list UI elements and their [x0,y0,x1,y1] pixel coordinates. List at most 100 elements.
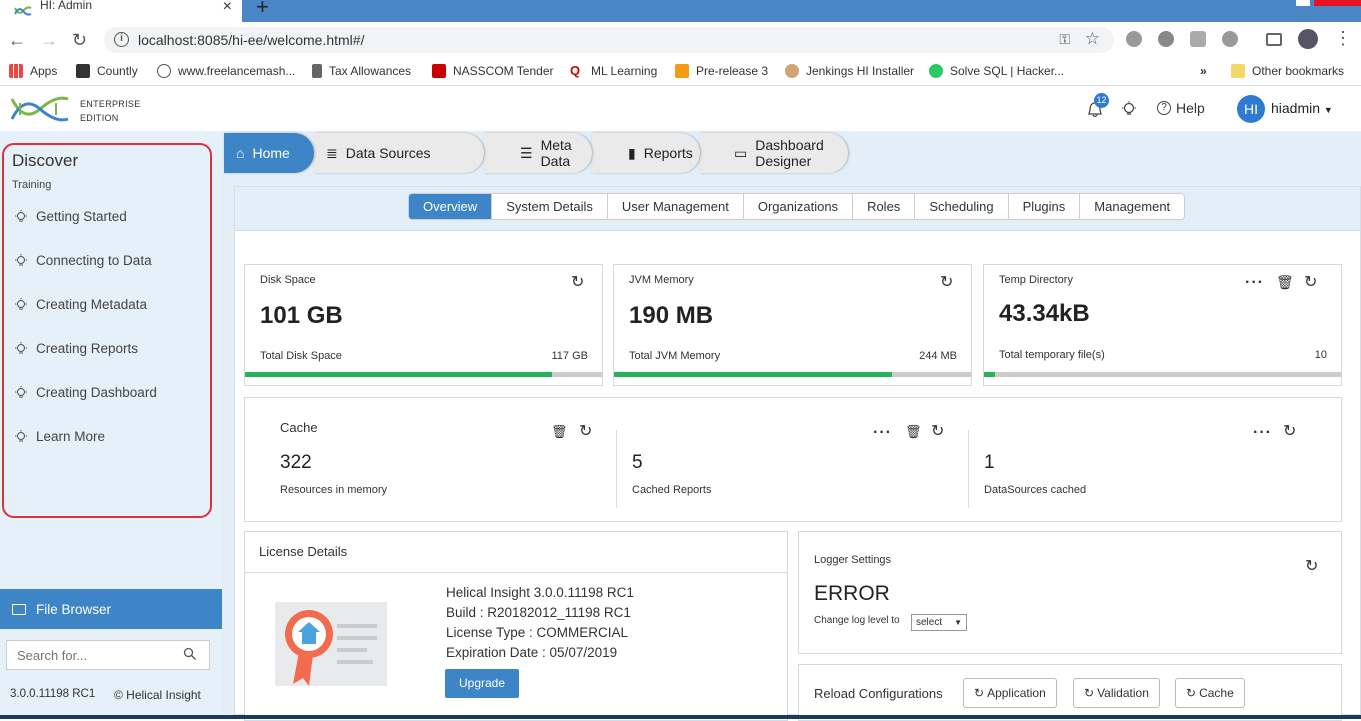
close-window-icon[interactable] [1314,0,1361,6]
temp-label: Temp Directory [999,274,1073,286]
skype-extension-icon[interactable] [1126,31,1142,47]
extension-icon[interactable] [1190,31,1206,47]
user-menu[interactable]: hiadmin ▼ [1271,100,1333,116]
refresh-icon[interactable]: ↻ [1304,272,1317,292]
trash-icon[interactable]: 🗑 [1276,274,1294,291]
forward-icon[interactable]: → [40,30,58,51]
extension-icon[interactable] [1158,31,1174,47]
copyright-label: © Helical Insight [114,688,201,702]
search-icon[interactable] [183,647,197,661]
emblem-icon [312,64,322,78]
tab-home[interactable]: ⌂ Home [224,133,314,173]
top-nav: ▭ Dashboard Designer ▮ Reports ☰ Meta Data … [222,131,1361,177]
address-bar[interactable]: i localhost:8085/hi-ee/welcome.html#/ ⚿ … [104,27,1114,53]
cache-ds-value: 1 [984,452,995,473]
bookmark-apps[interactable]: Apps [9,64,57,78]
home-icon: ⌂ [236,145,245,161]
trash-icon[interactable]: 🗑 [551,424,568,440]
training-connecting-data[interactable]: Connecting to Data [14,253,152,268]
reload-cache-button[interactable]: ↻ Cache [1175,678,1245,708]
tab-reports[interactable]: ▮ Reports [592,133,700,173]
cache-reports-value: 5 [632,452,643,473]
refresh-icon[interactable]: ↻ [1305,556,1318,576]
subtab-system-details[interactable]: System Details [492,194,608,219]
logger-level: ERROR [814,582,890,605]
os-taskbar [0,715,1361,719]
more-icon[interactable]: ··· [873,425,892,441]
refresh-icon[interactable]: ↻ [1283,421,1296,441]
training-getting-started[interactable]: Getting Started [14,209,127,224]
refresh-icon[interactable]: ↻ [931,421,944,441]
subtab-scheduling[interactable]: Scheduling [915,194,1009,219]
log-level-select[interactable]: select ▼ [911,614,967,631]
search-input[interactable] [7,641,167,669]
cast-icon[interactable] [1266,33,1282,46]
subtab-plugins[interactable]: Plugins [1009,194,1081,219]
disk-progress [245,372,602,377]
user-avatar[interactable]: HI [1237,95,1265,123]
trash-icon[interactable]: 🗑 [905,424,922,440]
upgrade-button[interactable]: Upgrade [445,669,519,698]
reload-title: Reload Configurations [814,686,943,701]
url-text: localhost:8085/hi-ee/welcome.html#/ [138,32,365,48]
temp-progress-fill [984,372,995,377]
jvm-memory-card: JVM Memory ↻ 190 MB Total JVM Memory 244… [613,264,972,386]
reload-application-button[interactable]: ↻ Application [963,678,1057,708]
overview-panel: Overview System Details User Management … [234,186,1361,721]
reload-icon[interactable]: ↻ [72,30,87,51]
other-bookmarks[interactable]: Other bookmarks [1231,64,1344,78]
profile-avatar[interactable] [1298,29,1318,49]
subtab-organizations[interactable]: Organizations [744,194,854,219]
reload-validation-button[interactable]: ↻ Validation [1073,678,1160,708]
info-icon[interactable]: i [114,32,129,47]
sidebar-search [6,640,210,670]
jenkins-icon [785,64,799,78]
subtab-management[interactable]: Management [1080,194,1184,219]
lightbulb-icon[interactable] [1120,100,1138,118]
bookmark-prerelease[interactable]: Pre-release 3 [675,64,768,78]
disk-progress-fill [245,372,553,377]
bookmark-ml[interactable]: Q ML Learning [570,64,657,78]
bookmark-tax[interactable]: Tax Allowances [312,64,411,78]
bookmark-star-icon[interactable]: ☆ [1085,29,1100,49]
temp-directory-card: Temp Directory ··· 🗑 ↻ 43.34kB Total tem… [983,264,1342,386]
browser-tab[interactable]: HI: Admin × [0,0,242,22]
close-tab-icon[interactable]: × [223,0,232,16]
subtab-user-management[interactable]: User Management [608,194,744,219]
help-link[interactable]: ? Help [1157,100,1205,116]
minimize-icon[interactable] [1296,0,1310,6]
dna-favicon-icon [14,6,32,16]
folder-icon [12,603,26,615]
tab-title: HI: Admin [40,0,93,12]
bookmark-countly[interactable]: Countly [76,64,138,78]
key-icon[interactable]: ⚿ [1059,31,1070,48]
refresh-icon[interactable]: ↻ [940,272,953,292]
training-learn-more[interactable]: Learn More [14,429,105,444]
more-icon[interactable]: ··· [1253,425,1272,441]
bookmark-nasscom[interactable]: NASSCOM Tender [432,64,553,78]
refresh-icon[interactable]: ↻ [579,421,592,441]
training-creating-dashboard[interactable]: Creating Dashboard [14,385,157,400]
subtab-overview[interactable]: Overview [409,194,493,219]
extension-icon[interactable] [1222,31,1238,47]
tab-data-sources[interactable]: ≣ Data Sources [314,133,484,173]
refresh-icon[interactable]: ↻ [571,272,584,292]
tab-meta-data[interactable]: ☰ Meta Data [484,133,592,173]
temp-total-value: 10 [1314,349,1327,361]
lightbulb-icon [15,253,27,265]
training-creating-reports[interactable]: Creating Reports [14,341,138,356]
back-icon[interactable]: ← [8,30,26,51]
disk-space-card: Disk Space ↻ 101 GB Total Disk Space 117… [244,264,603,386]
subtab-roles[interactable]: Roles [853,194,916,219]
bookmark-jenkins[interactable]: Jenkings HI Installer [785,64,914,78]
training-creating-metadata[interactable]: Creating Metadata [14,297,147,312]
file-browser-button[interactable]: File Browser [0,589,222,629]
bookmark-freelance[interactable]: www.freelancemash... [157,64,295,78]
discover-panel: Discover Training Getting Started Connec… [2,143,212,518]
tab-dashboard-designer[interactable]: ▭ Dashboard Designer [700,133,848,173]
bookmarks-overflow[interactable]: » [1200,64,1207,78]
bookmark-hackerrank[interactable]: Solve SQL | Hacker... [929,64,1064,78]
more-icon[interactable]: ··· [1245,275,1264,291]
new-tab-icon[interactable]: + [256,0,269,20]
menu-kebab-icon[interactable]: ⋮ [1334,28,1352,49]
